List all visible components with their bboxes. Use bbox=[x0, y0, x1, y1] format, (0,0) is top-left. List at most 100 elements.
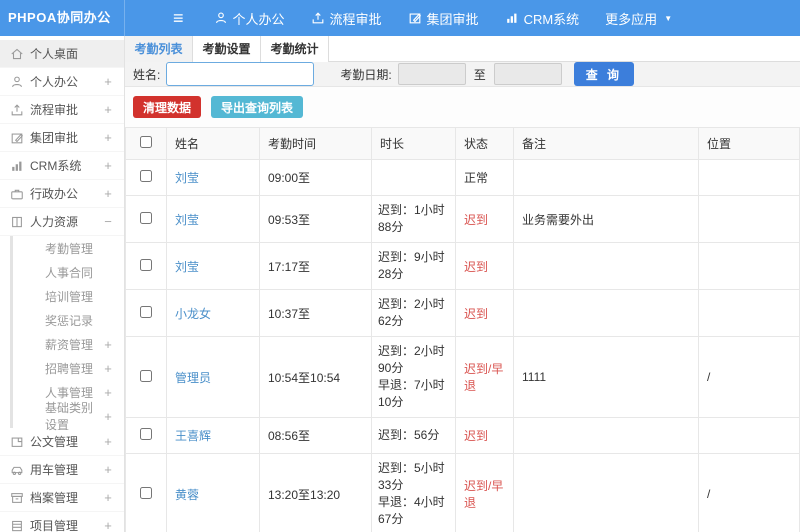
sidebar-item-hr[interactable]: 人力资源 − bbox=[0, 208, 124, 236]
nav-group-approval[interactable]: 集团审批 bbox=[408, 9, 479, 28]
row-checkbox[interactable] bbox=[140, 428, 152, 440]
employee-name-link[interactable]: 刘莹 bbox=[175, 171, 199, 185]
date-from-input[interactable] bbox=[397, 63, 466, 85]
employee-name-link[interactable]: 黄蓉 bbox=[175, 488, 199, 502]
caret-down-icon: ▼ bbox=[664, 13, 673, 23]
row-checkbox[interactable] bbox=[140, 486, 152, 499]
expand-toggle[interactable]: + bbox=[102, 158, 114, 173]
status-text: 迟到/早退 bbox=[464, 479, 504, 510]
nav-personal-office[interactable]: 个人办公 bbox=[214, 9, 285, 28]
sidebar-item-label: 公文管理 bbox=[30, 435, 79, 449]
location-cell bbox=[698, 289, 800, 337]
tab-bar: 考勤列表 考勤设置 考勤统计 bbox=[125, 36, 800, 62]
row-checkbox[interactable] bbox=[140, 258, 152, 271]
expand-toggle[interactable]: + bbox=[102, 462, 114, 477]
status-cell: 迟到/早退 bbox=[455, 453, 514, 532]
search-button[interactable]: 查 询 bbox=[573, 62, 635, 86]
expand-toggle[interactable]: + bbox=[102, 102, 114, 117]
sidebar-subitem-salary-mgmt[interactable]: 薪资管理 + bbox=[13, 332, 124, 356]
table-row: 王喜辉 08:56至 迟到：56分 迟到 bbox=[125, 417, 800, 454]
sidebar-item-crm[interactable]: CRM系统 + bbox=[0, 152, 124, 180]
app-window: PHPOA协同办公软件 ≡ 个人办公 流程审批 集团审批 CRM系统 更多应用 … bbox=[0, 0, 800, 532]
location-cell: / bbox=[698, 453, 800, 532]
employee-name-link[interactable]: 管理员 bbox=[175, 371, 211, 385]
select-all-checkbox[interactable] bbox=[140, 136, 152, 148]
sidebar-item-document-mgmt[interactable]: 公文管理 + bbox=[0, 428, 124, 456]
expand-toggle[interactable]: + bbox=[102, 337, 114, 352]
employee-name-cell: 刘莹 bbox=[166, 195, 260, 243]
row-checkbox[interactable] bbox=[140, 305, 152, 318]
top-header: PHPOA协同办公软件 ≡ 个人办公 流程审批 集团审批 CRM系统 更多应用 … bbox=[0, 0, 800, 61]
sidebar-item-admin-office[interactable]: 行政办公 + bbox=[0, 180, 124, 208]
employee-name-link[interactable]: 刘莹 bbox=[175, 260, 199, 274]
clean-data-button[interactable]: 清理数据 bbox=[133, 96, 202, 118]
collapse-toggle[interactable]: − bbox=[102, 214, 114, 229]
column-header-duration: 时长 bbox=[371, 127, 456, 160]
note-cell: 1111 bbox=[513, 336, 699, 418]
date-to-input[interactable] bbox=[493, 63, 562, 85]
tab-attendance-stats[interactable]: 考勤统计 bbox=[261, 36, 329, 62]
hr-submenu: 考勤管理 人事合同 培训管理 奖惩记录 薪资管理 + 招聘管理 + 人事管理 +… bbox=[10, 236, 124, 432]
nav-crm-system[interactable]: CRM系统 bbox=[505, 9, 579, 28]
row-checkbox[interactable] bbox=[140, 211, 152, 224]
export-list-button[interactable]: 导出查询列表 bbox=[211, 96, 304, 118]
sidebar-item-vehicle-mgmt[interactable]: 用车管理 + bbox=[0, 456, 124, 484]
duration-cell: 迟到：1小时88分 bbox=[371, 195, 456, 243]
tab-attendance-list[interactable]: 考勤列表 bbox=[125, 36, 193, 62]
expand-toggle[interactable]: + bbox=[102, 186, 114, 201]
sidebar-subitem-label: 人事合同 bbox=[45, 265, 94, 280]
employee-name-link[interactable]: 小龙女 bbox=[175, 307, 211, 321]
row-checkbox[interactable] bbox=[140, 170, 152, 182]
employee-name-link[interactable]: 刘莹 bbox=[175, 213, 199, 227]
attendance-time-cell: 09:53至 bbox=[259, 195, 372, 243]
app-logo[interactable]: PHPOA协同办公软件 bbox=[0, 0, 125, 61]
chart-icon bbox=[10, 159, 30, 173]
duration-cell bbox=[371, 159, 456, 196]
sidebar-item-personal-office[interactable]: 个人办公 + bbox=[0, 68, 124, 96]
expand-toggle[interactable]: + bbox=[102, 385, 114, 400]
sidebar-item-personal-desktop[interactable]: 个人桌面 bbox=[0, 40, 124, 68]
nav-workflow-approval[interactable]: 流程审批 bbox=[311, 9, 382, 28]
expand-toggle[interactable]: + bbox=[102, 130, 114, 145]
expand-toggle[interactable]: + bbox=[102, 409, 114, 424]
status-cell: 迟到 bbox=[455, 417, 514, 454]
tab-attendance-settings[interactable]: 考勤设置 bbox=[193, 36, 261, 62]
duration-cell: 迟到：5小时33分 早退：4小时67分 bbox=[371, 453, 456, 532]
sidebar-item-group-approval[interactable]: 集团审批 + bbox=[0, 124, 124, 152]
sidebar-subitem-hr-contract[interactable]: 人事合同 bbox=[13, 260, 124, 284]
sidebar-subitem-label: 招聘管理 bbox=[45, 361, 94, 376]
status-cell: 正常 bbox=[455, 159, 514, 196]
expand-toggle[interactable]: + bbox=[102, 361, 114, 376]
sidebar-item-project-mgmt[interactable]: 项目管理 + bbox=[0, 512, 124, 532]
hamburger-menu-icon[interactable]: ≡ bbox=[173, 0, 184, 36]
expand-toggle[interactable]: + bbox=[102, 74, 114, 89]
table-row: 小龙女 10:37至 迟到：2小时62分 迟到 bbox=[125, 289, 800, 337]
sidebar-subitem-training-mgmt[interactable]: 培训管理 bbox=[13, 284, 124, 308]
main-content: 考勤列表 考勤设置 考勤统计 姓名: 考勤日期: 至 查 询 清理数据 导出查询… bbox=[125, 36, 800, 532]
sidebar-subitem-recruit-mgmt[interactable]: 招聘管理 + bbox=[13, 356, 124, 380]
duration-cell: 迟到：9小时28分 bbox=[371, 242, 456, 290]
status-text: 迟到 bbox=[464, 212, 489, 227]
sidebar-item-label: 流程审批 bbox=[30, 103, 79, 117]
row-checkbox[interactable] bbox=[140, 369, 152, 382]
sidebar-subitem-label: 培训管理 bbox=[45, 289, 94, 304]
sidebar-item-workflow-approval[interactable]: 流程审批 + bbox=[0, 96, 124, 124]
flow-icon bbox=[10, 103, 30, 117]
expand-toggle[interactable]: + bbox=[102, 490, 114, 505]
sidebar-subitem-reward-records[interactable]: 奖惩记录 bbox=[13, 308, 124, 332]
sidebar-subitem-attendance-mgmt[interactable]: 考勤管理 bbox=[13, 236, 124, 260]
table-row: 刘莹 09:53至 迟到：1小时88分 迟到 业务需要外出 bbox=[125, 195, 800, 243]
table-header-row: 姓名 考勤时间 时长 状态 备注 位置 bbox=[125, 127, 800, 160]
attendance-time-cell: 10:54至10:54 bbox=[259, 336, 372, 418]
expand-toggle[interactable]: + bbox=[102, 434, 114, 449]
sidebar-item-label: 项目管理 bbox=[30, 519, 79, 532]
sidebar-subitem-base-category-settings[interactable]: 基础类别设置 + bbox=[13, 401, 124, 432]
employee-name-link[interactable]: 王喜辉 bbox=[175, 429, 211, 443]
select-all-cell bbox=[125, 127, 167, 160]
note-cell bbox=[513, 242, 699, 290]
date-filter-label: 考勤日期: bbox=[340, 67, 392, 82]
sidebar-item-archive-mgmt[interactable]: 档案管理 + bbox=[0, 484, 124, 512]
name-filter-input[interactable] bbox=[166, 62, 315, 86]
expand-toggle[interactable]: + bbox=[102, 518, 114, 532]
nav-more-apps[interactable]: 更多应用 ▼ bbox=[605, 9, 672, 28]
